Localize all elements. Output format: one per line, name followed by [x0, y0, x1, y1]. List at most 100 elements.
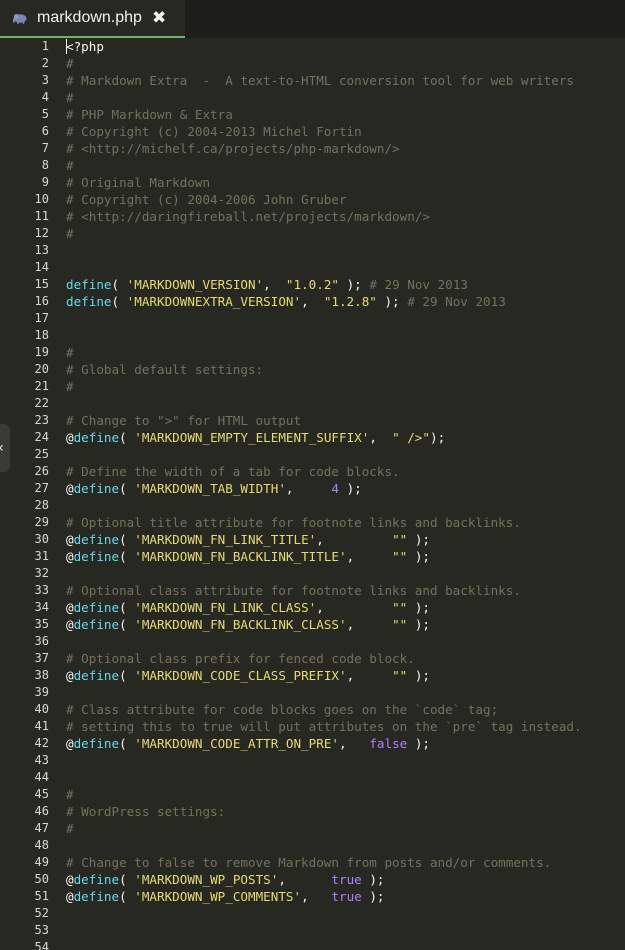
- code-line[interactable]: 13: [0, 242, 625, 259]
- code-line[interactable]: 49 # Change to false to remove Markdown f…: [0, 854, 625, 871]
- code-text: #: [66, 820, 74, 837]
- elephant-icon: [12, 12, 28, 24]
- code-line[interactable]: 17: [0, 310, 625, 327]
- line-number: 53: [34, 923, 49, 937]
- code-text: # Optional class attribute for footnote …: [66, 582, 521, 599]
- code-line[interactable]: 22: [0, 395, 625, 412]
- code-token: ,: [278, 872, 332, 887]
- line-number: 38: [34, 668, 49, 682]
- code-line[interactable]: 38 @define( 'MARKDOWN_CODE_CLASS_PREFIX',…: [0, 667, 625, 684]
- code-token: );: [429, 430, 446, 445]
- code-line[interactable]: 16 define( 'MARKDOWNEXTRA_VERSION', "1.2.…: [0, 293, 625, 310]
- code-line[interactable]: 52: [0, 905, 625, 922]
- code-token: ,: [301, 294, 324, 309]
- code-line[interactable]: 39: [0, 684, 625, 701]
- code-line[interactable]: 46 # WordPress settings:: [0, 803, 625, 820]
- code-token: 'MARKDOWN_FN_LINK_CLASS': [134, 600, 317, 615]
- sidebar-toggle[interactable]: ‹: [0, 424, 10, 472]
- code-line[interactable]: 7 # <http://michelf.ca/projects/php-markd…: [0, 140, 625, 157]
- code-line[interactable]: 30 @define( 'MARKDOWN_FN_LINK_TITLE', "" …: [0, 531, 625, 548]
- code-token: ,: [346, 617, 393, 632]
- line-number: 13: [34, 243, 49, 257]
- code-line[interactable]: 48: [0, 837, 625, 854]
- code-line[interactable]: 42 @define( 'MARKDOWN_CODE_ATTR_ON_PRE', …: [0, 735, 625, 752]
- code-token: "": [392, 617, 408, 632]
- code-line[interactable]: 43: [0, 752, 625, 769]
- code-token: #: [66, 379, 74, 394]
- code-line[interactable]: 45 #: [0, 786, 625, 803]
- code-token: define: [66, 277, 112, 292]
- code-line[interactable]: 2 #: [0, 55, 625, 72]
- code-line[interactable]: 54: [0, 939, 625, 950]
- code-line[interactable]: 15 define( 'MARKDOWN_VERSION', "1.0.2" );…: [0, 276, 625, 293]
- code-line[interactable]: 12 #: [0, 225, 625, 242]
- code-line[interactable]: 37 # Optional class prefix for fenced cod…: [0, 650, 625, 667]
- code-line[interactable]: 51 @define( 'MARKDOWN_WP_COMMENTS', true …: [0, 888, 625, 905]
- code-line[interactable]: 11 # <http://daringfireball.net/projects/…: [0, 208, 625, 225]
- code-token: # Global default settings:: [66, 362, 264, 377]
- code-token: @: [66, 889, 74, 904]
- code-token: # <http://daringfireball.net/projects/ma…: [66, 209, 430, 224]
- code-line[interactable]: 27 @define( 'MARKDOWN_TAB_WIDTH', 4 );: [0, 480, 625, 497]
- code-line[interactable]: 36: [0, 633, 625, 650]
- code-line[interactable]: 35 @define( 'MARKDOWN_FN_BACKLINK_CLASS',…: [0, 616, 625, 633]
- code-line[interactable]: 23 # Change to ">" for HTML output: [0, 412, 625, 429]
- code-line[interactable]: 29 # Optional title attribute for footnot…: [0, 514, 625, 531]
- line-number: 4: [41, 90, 49, 104]
- code-token: (: [119, 600, 135, 615]
- code-token: );: [407, 668, 430, 683]
- line-number: 20: [34, 362, 49, 376]
- code-line[interactable]: 53: [0, 922, 625, 939]
- code-line[interactable]: 20 # Global default settings:: [0, 361, 625, 378]
- code-line[interactable]: 44: [0, 769, 625, 786]
- code-line[interactable]: 19 #: [0, 344, 625, 361]
- close-icon[interactable]: ✖: [152, 8, 166, 28]
- code-line[interactable]: 32: [0, 565, 625, 582]
- code-token: );: [338, 277, 370, 292]
- code-line[interactable]: 14: [0, 259, 625, 276]
- code-line[interactable]: 31 @define( 'MARKDOWN_FN_BACKLINK_TITLE',…: [0, 548, 625, 565]
- code-line[interactable]: 47 #: [0, 820, 625, 837]
- code-line[interactable]: 10 # Copyright (c) 2004-2006 John Gruber: [0, 191, 625, 208]
- code-line[interactable]: 5 # PHP Markdown & Extra: [0, 106, 625, 123]
- code-token: # Optional class prefix for fenced code …: [66, 651, 415, 666]
- code-text: @define( 'MARKDOWN_FN_BACKLINK_TITLE', "…: [66, 548, 430, 565]
- line-number: 17: [34, 311, 49, 325]
- code-line[interactable]: 33 # Optional class attribute for footnot…: [0, 582, 625, 599]
- code-token: );: [376, 294, 408, 309]
- code-line[interactable]: 3 # Markdown Extra - A text-to-HTML conve…: [0, 72, 625, 89]
- line-number: 9: [41, 175, 49, 189]
- tab-markdown-php[interactable]: markdown.php ✖: [0, 0, 185, 38]
- code-line[interactable]: 24 @define( 'MARKDOWN_EMPTY_ELEMENT_SUFFI…: [0, 429, 625, 446]
- code-text: #: [66, 344, 74, 361]
- code-editor[interactable]: 1 <?php 2 #3 # Markdown Extra - A text-to-HT…: [0, 38, 625, 950]
- line-number: 35: [34, 617, 49, 631]
- code-line[interactable]: 28: [0, 497, 625, 514]
- code-line[interactable]: 9 # Original Markdown: [0, 174, 625, 191]
- code-line[interactable]: 34 @define( 'MARKDOWN_FN_LINK_CLASS', "" …: [0, 599, 625, 616]
- code-token: "1.0.2": [285, 277, 339, 292]
- code-line[interactable]: 25: [0, 446, 625, 463]
- code-token: 'MARKDOWN_CODE_ATTR_ON_PRE': [134, 736, 339, 751]
- code-token: (: [111, 277, 127, 292]
- code-line[interactable]: 50 @define( 'MARKDOWN_WP_POSTS', true );: [0, 871, 625, 888]
- tab-bar: markdown.php ✖: [0, 0, 625, 38]
- code-token: );: [407, 617, 430, 632]
- code-text: # Copyright (c) 2004-2013 Michel Fortin: [66, 123, 362, 140]
- code-token: 'MARKDOWN_EMPTY_ELEMENT_SUFFIX': [134, 430, 370, 445]
- code-line[interactable]: 4 #: [0, 89, 625, 106]
- code-line[interactable]: 40 # Class attribute for code blocks goes…: [0, 701, 625, 718]
- code-token: 'MARKDOWN_TAB_WIDTH': [134, 481, 286, 496]
- line-number: 44: [34, 770, 49, 784]
- code-line[interactable]: 6 # Copyright (c) 2004-2013 Michel Fortin: [0, 123, 625, 140]
- code-line[interactable]: 41 # setting this to true will put attrib…: [0, 718, 625, 735]
- code-token: );: [339, 481, 362, 496]
- code-line[interactable]: 1 <?php: [0, 38, 625, 55]
- code-token: #: [66, 821, 74, 836]
- code-line[interactable]: 8 #: [0, 157, 625, 174]
- code-token: (: [111, 294, 127, 309]
- code-line[interactable]: 26 # Define the width of a tab for code b…: [0, 463, 625, 480]
- code-token: 'MARKDOWN_FN_BACKLINK_TITLE': [134, 549, 347, 564]
- code-line[interactable]: 18: [0, 327, 625, 344]
- code-line[interactable]: 21 #: [0, 378, 625, 395]
